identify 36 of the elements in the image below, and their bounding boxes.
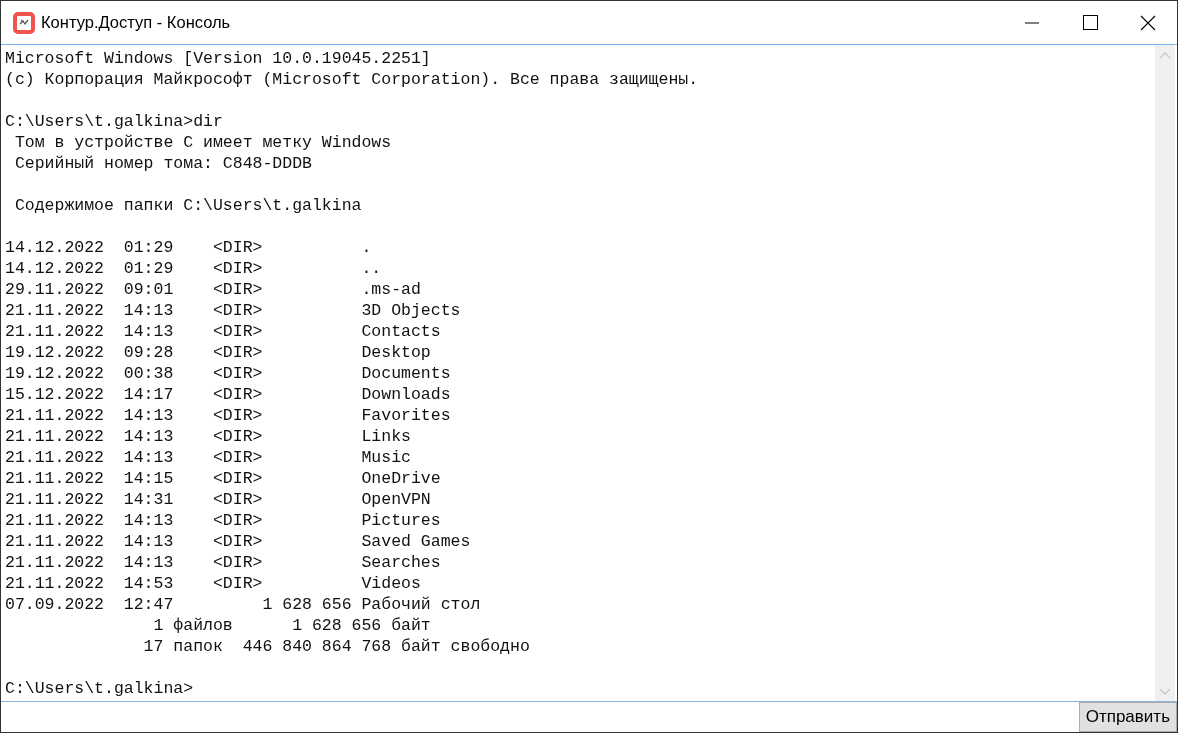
console-line: 21.11.2022 14:13 <DIR> Favorites (5, 405, 451, 426)
console-line: Том в устройстве C имеет метку Windows (13, 132, 392, 153)
console-line: 14.12.2022 01:29 <DIR> . (5, 237, 372, 258)
console-line: 29.11.2022 09:01 <DIR> .ms-ad (5, 279, 421, 300)
console-line: Microsoft Windows [Version 10.0.19045.2251] (5, 48, 431, 69)
console-line: 21.11.2022 14:13 <DIR> Searches (5, 552, 441, 573)
console-line: 19.12.2022 09:28 <DIR> Desktop (5, 342, 431, 363)
console-line: 21.11.2022 14:13 <DIR> Saved Games (5, 531, 471, 552)
console-line: 21.11.2022 14:13 <DIR> Pictures (5, 510, 441, 531)
console-line: (c) Корпорация Майкрософт (Microsoft Corporation). Все права защищены. (5, 69, 699, 90)
send-button[interactable]: Отправить (1078, 702, 1177, 732)
console-line: C:\Users\t.galkina> (5, 678, 194, 699)
scrollbar[interactable] (1155, 45, 1175, 701)
close-icon (1140, 14, 1156, 31)
console-line: 15.12.2022 14:17 <DIR> Downloads (5, 384, 451, 405)
scroll-down-icon[interactable] (1159, 687, 1171, 695)
console-line: 17 папок 446 840 864 768 байт свободно (142, 636, 530, 657)
console-line: 21.11.2022 14:13 <DIR> Contacts (5, 321, 441, 342)
scroll-up-icon[interactable] (1159, 51, 1171, 59)
console-line: 21.11.2022 14:13 <DIR> Links (5, 426, 411, 447)
console-line: 14.12.2022 01:29 <DIR> .. (5, 258, 382, 279)
console-line: 21.11.2022 14:13 <DIR> Music (5, 447, 411, 468)
console-line: Содержимое папки C:\Users\t.galkina (13, 195, 362, 216)
app-icon (13, 11, 35, 34)
minimize-icon (1025, 21, 1039, 24)
console-line: 1 файлов 1 628 656 байт (152, 615, 431, 636)
console-line: 19.12.2022 00:38 <DIR> Documents (5, 363, 451, 384)
console-line: Серийный номер тома: C848-DDDB (13, 153, 312, 174)
window-title: Контур.Доступ - Консоль (41, 12, 231, 34)
console-line: 07.09.2022 12:47 1 628 656 Рабочий стол (5, 594, 481, 615)
console-line: 21.11.2022 14:13 <DIR> 3D Objects (5, 300, 461, 321)
console-line: 21.11.2022 14:53 <DIR> Videos (5, 573, 421, 594)
console-line: 21.11.2022 14:31 <DIR> OpenVPN (5, 489, 431, 510)
console-line: C:\Users\t.galkina>dir (5, 111, 223, 132)
maximize-icon (1082, 15, 1098, 30)
console-line: 21.11.2022 14:15 <DIR> OneDrive (5, 468, 441, 489)
